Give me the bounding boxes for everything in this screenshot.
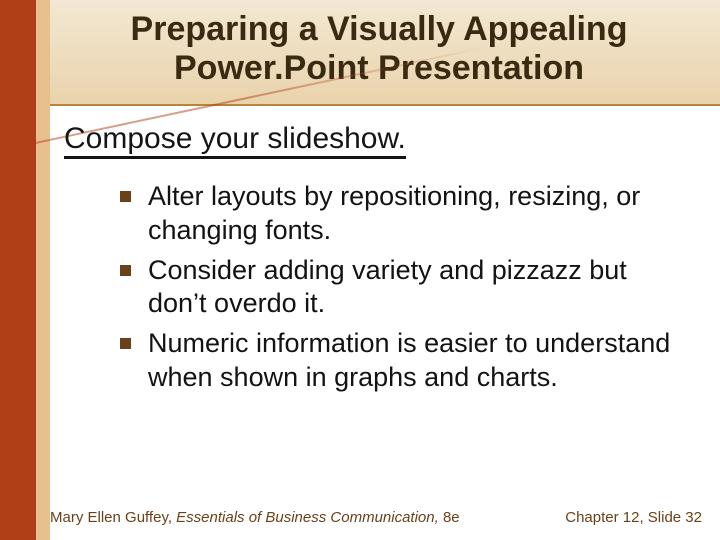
footer: Mary Ellen Guffey, Essentials of Busines… [50,509,702,526]
section-heading: Compose your slideshow. [64,122,406,156]
list-item: Numeric information is easier to underst… [118,327,678,395]
bullet-text: Alter layouts by repositioning, resizing… [148,181,640,245]
left-band-outer [0,0,36,540]
title-band: Preparing a Visually Appealing Power.Poi… [0,0,720,106]
footer-edition: 8e [443,509,460,526]
footer-left: Mary Ellen Guffey, Essentials of Busines… [50,509,460,526]
bullet-text: Consider adding variety and pizzazz but … [148,255,627,319]
footer-right: Chapter 12, Slide 32 [565,509,702,526]
left-band-inner [36,0,50,540]
bullet-text: Numeric information is easier to underst… [148,328,670,392]
title-line-1: Preparing a Visually Appealing [131,10,628,48]
bullet-list: Alter layouts by repositioning, resizing… [118,180,678,401]
list-item: Alter layouts by repositioning, resizing… [118,180,678,248]
list-item: Consider adding variety and pizzazz but … [118,254,678,322]
section-heading-text: Compose your slideshow. [64,122,406,159]
slide: Preparing a Visually Appealing Power.Poi… [0,0,720,540]
footer-book: Essentials of Business Communication, [176,509,443,526]
footer-author: Mary Ellen Guffey, [50,509,176,526]
